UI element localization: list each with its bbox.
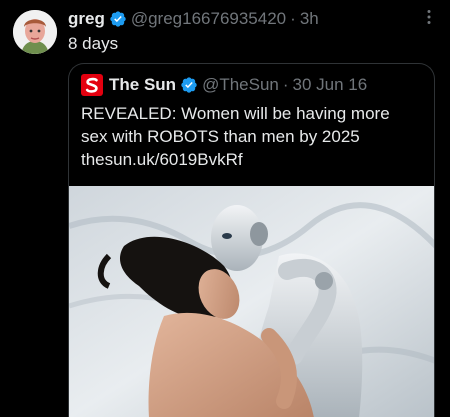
tweet-text: 8 days bbox=[68, 34, 119, 53]
quoted-tweet[interactable]: The Sun @TheSun · 30 Jun 16 REVEALED: Wo… bbox=[68, 63, 435, 417]
separator-dot: · bbox=[290, 9, 296, 28]
verified-badge-icon bbox=[109, 10, 127, 28]
verified-badge-icon bbox=[180, 76, 198, 94]
tweet-time[interactable]: 3h bbox=[300, 9, 319, 29]
avatar[interactable] bbox=[13, 10, 57, 54]
quoted-media-image[interactable] bbox=[69, 186, 434, 417]
quoted-tweet-header: The Sun @TheSun · 30 Jun 16 bbox=[81, 74, 367, 96]
quoted-text-line: REVEALED: Women will be having more bbox=[81, 104, 390, 123]
separator-dot: · bbox=[282, 75, 289, 94]
quoted-text-line: sex with ROBOTS than men by 2025 bbox=[81, 127, 360, 146]
quoted-author-handle[interactable]: @TheSun bbox=[202, 75, 279, 95]
author-name[interactable]: greg bbox=[68, 9, 105, 29]
more-options-icon[interactable] bbox=[420, 8, 438, 26]
author-handle[interactable]: @greg16676935420 bbox=[131, 9, 286, 29]
tweet[interactable]: greg @greg16676935420 · 3h 8 days The Su… bbox=[0, 0, 450, 417]
quoted-author-name[interactable]: The Sun bbox=[109, 75, 176, 95]
tweet-header: greg @greg16676935420 · 3h bbox=[68, 7, 420, 31]
quoted-tweet-text: REVEALED: Women will be having more sex … bbox=[81, 102, 426, 171]
quoted-date[interactable]: 30 Jun 16 bbox=[293, 75, 368, 95]
quoted-link[interactable]: thesun.uk/6019BvkRf bbox=[81, 148, 426, 171]
the-sun-logo bbox=[81, 74, 103, 96]
